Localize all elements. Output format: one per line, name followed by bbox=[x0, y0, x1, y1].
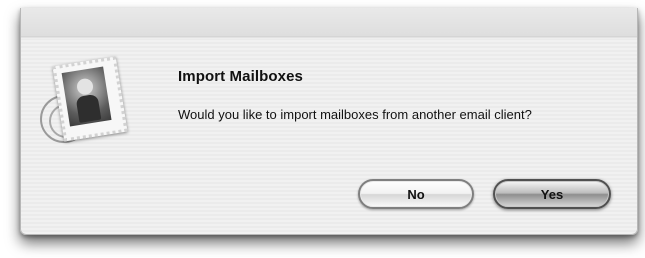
yes-button[interactable]: Yes bbox=[493, 179, 611, 209]
mail-stamp-icon bbox=[40, 56, 140, 157]
sheet-top-bar bbox=[21, 8, 637, 37]
dialog-title: Import Mailboxes bbox=[178, 68, 303, 85]
no-button[interactable]: No bbox=[358, 179, 474, 209]
screen: Import Mailboxes Would you like to impor… bbox=[0, 0, 645, 258]
stamp-icon bbox=[52, 56, 128, 142]
stamp-photo bbox=[61, 66, 112, 127]
dialog-message: Would you like to import mailboxes from … bbox=[178, 107, 532, 122]
sheet-divider bbox=[21, 36, 637, 39]
